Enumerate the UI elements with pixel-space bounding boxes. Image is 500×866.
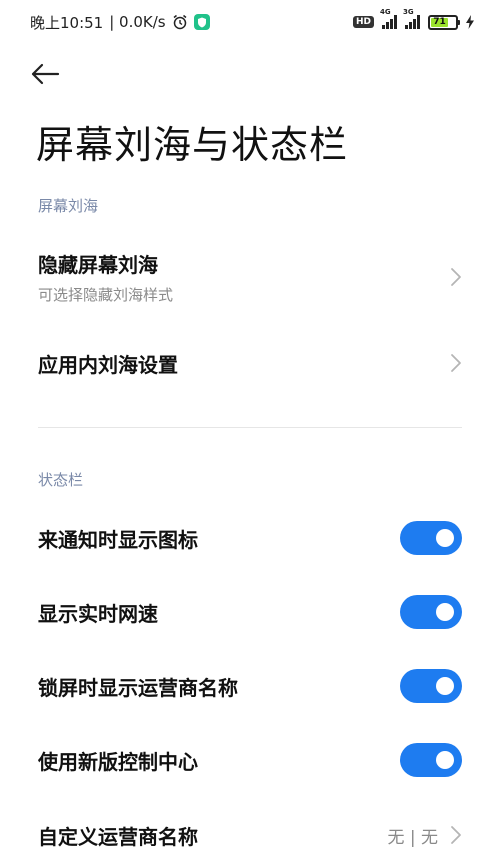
back-button[interactable] [30, 56, 78, 92]
control-center-toggle[interactable] [400, 743, 462, 777]
app-notch-settings-row[interactable]: 应用内刘海设置 [0, 340, 500, 386]
status-bar: 晚上10:51 | 0.0K/s HD 4G 3G 71 [0, 0, 500, 44]
section-header-statusbar: 状态栏 [38, 471, 84, 489]
hide-notch-subtitle: 可选择隐藏刘海样式 [38, 286, 174, 304]
custom-carrier-name-row[interactable]: 自定义运营商名称 无 | 无 [0, 812, 500, 858]
chevron-right-icon [451, 826, 461, 844]
app-notch-settings-title: 应用内刘海设置 [38, 352, 178, 377]
toggle-knob [436, 677, 454, 695]
network-speed-toggle[interactable] [400, 595, 462, 629]
chevron-right-icon [451, 268, 461, 286]
shield-icon [193, 14, 210, 30]
notification-icons-toggle[interactable] [400, 521, 462, 555]
battery-icon: 71 [428, 14, 460, 30]
status-left: 晚上10:51 | 0.0K/s [30, 12, 210, 33]
status-right: HD 4G 3G 71 [352, 8, 474, 30]
toggle-label: 来通知时显示图标 [38, 527, 198, 552]
signal-3g-icon: 3G [403, 8, 420, 29]
status-time: 晚上10:51 [30, 13, 104, 32]
toggle-knob [436, 751, 454, 769]
chevron-right-icon [451, 354, 461, 372]
network-speed: | 0.0K/s [109, 13, 166, 31]
toggle-label: 锁屏时显示运营商名称 [38, 675, 238, 700]
toggle-knob [436, 529, 454, 547]
battery-fill: 71 [431, 17, 449, 27]
net-label-2: 3G [403, 8, 414, 16]
net-label-1: 4G [380, 8, 391, 16]
toggle-knob [436, 603, 454, 621]
custom-carrier-name-right: 无 | 无 [387, 823, 462, 848]
toggle-row-control-center[interactable]: 使用新版控制中心 [0, 737, 500, 783]
alarm-icon [173, 14, 187, 30]
toggle-row-network-speed[interactable]: 显示实时网速 [0, 589, 500, 635]
custom-carrier-name-value: 无 | 无 [387, 827, 438, 848]
toggle-label: 显示实时网速 [38, 601, 158, 626]
hide-notch-text: 隐藏屏幕刘海 可选择隐藏刘海样式 [38, 249, 173, 305]
section-divider [38, 427, 462, 428]
battery-level: 71 [433, 17, 446, 27]
toggle-label: 使用新版控制中心 [38, 749, 198, 774]
signal-4g-icon: 4G [380, 8, 397, 29]
page-title: 屏幕刘海与状态栏 [36, 123, 349, 167]
lockscreen-carrier-toggle[interactable] [400, 669, 462, 703]
hide-notch-row[interactable]: 隐藏屏幕刘海 可选择隐藏刘海样式 [0, 244, 500, 310]
toggle-row-lockscreen-carrier[interactable]: 锁屏时显示运营商名称 [0, 663, 500, 709]
hide-notch-title: 隐藏屏幕刘海 [38, 253, 158, 277]
toggle-row-notification-icons[interactable]: 来通知时显示图标 [0, 515, 500, 561]
section-header-notch: 屏幕刘海 [38, 197, 99, 215]
hd-icon: HD [352, 16, 374, 28]
back-arrow-icon [31, 63, 60, 85]
custom-carrier-name-title: 自定义运营商名称 [38, 824, 198, 849]
charging-icon [466, 15, 474, 29]
